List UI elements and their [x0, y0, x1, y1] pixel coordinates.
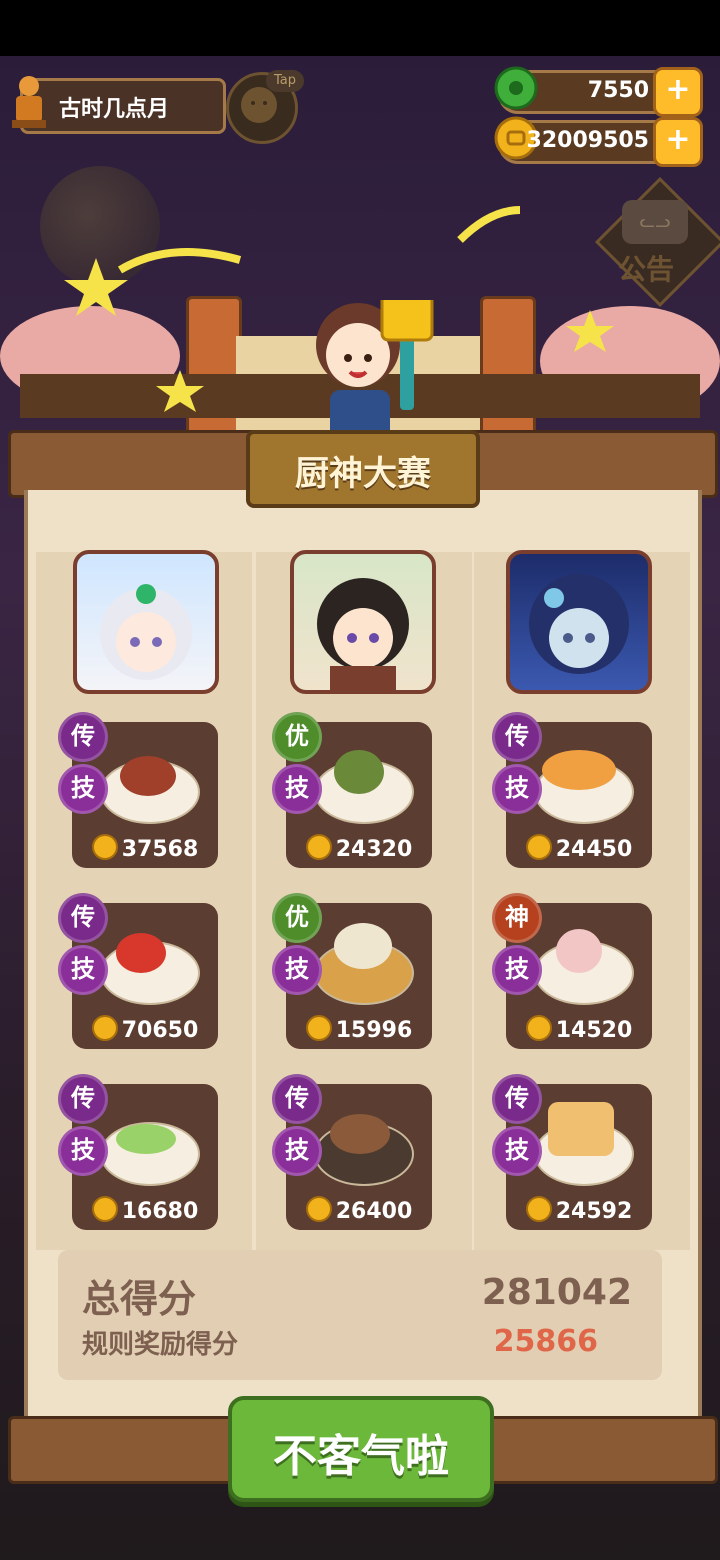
rarity-badge: 传 [492, 1074, 542, 1124]
chef-statue-icon [12, 76, 46, 128]
coin-icon [525, 1196, 552, 1222]
bonus-score-value: 25866 [493, 1324, 598, 1359]
coin-counter: 32009505 + [494, 116, 703, 167]
total-score-label: 总得分 [82, 1277, 197, 1321]
dish-score: 37568 [72, 834, 218, 862]
add-jade-button[interactable]: + [653, 67, 703, 117]
rarity-badge: 传 [58, 1074, 108, 1124]
chef-portrait-2[interactable] [290, 550, 436, 694]
chef-3-face [529, 574, 629, 674]
rarity-badge: 神 [492, 893, 542, 943]
add-coins-button[interactable]: + [653, 117, 703, 167]
jade-counter: 7550 + [494, 66, 703, 117]
dish-score: 16680 [72, 1196, 218, 1224]
dish-score: 24592 [506, 1196, 652, 1224]
contest-title: 厨神大赛 [295, 454, 431, 494]
tap-hint: Tap [266, 70, 304, 92]
sparkle-effects [64, 206, 614, 412]
contest-title-plate: 厨神大赛 [246, 430, 480, 508]
rarity-badge: 传 [58, 893, 108, 943]
confirm-button[interactable]: 不客气啦 [228, 1396, 494, 1502]
skill-badge: 技 [492, 1126, 542, 1176]
dish-food [116, 933, 166, 973]
skill-badge: 技 [272, 1126, 322, 1176]
coin-icon [525, 1015, 552, 1041]
skill-badge: 技 [272, 764, 322, 814]
confirm-button-label: 不客气啦 [273, 1431, 449, 1482]
coin-icon [305, 1015, 332, 1041]
dish-food [334, 750, 384, 794]
coin-icon [91, 1196, 118, 1222]
dish-food [556, 929, 602, 973]
dish-score: 24320 [286, 834, 432, 862]
skill-badge: 技 [492, 764, 542, 814]
jade-value: 7550 [587, 78, 649, 103]
coin-icon [525, 834, 552, 860]
rarity-badge: 传 [272, 1074, 322, 1124]
chef-portrait-3[interactable] [506, 550, 652, 694]
rarity-badge: 传 [58, 712, 108, 762]
dish-food [120, 756, 176, 796]
dish-score: 26400 [286, 1196, 432, 1224]
coin-icon [305, 834, 332, 860]
chef-2-face [317, 578, 409, 690]
skill-badge: 技 [272, 945, 322, 995]
jade-icon [494, 66, 538, 110]
skill-badge: 技 [58, 945, 108, 995]
total-score-value: 281042 [481, 1272, 632, 1313]
dish-score: 24450 [506, 834, 652, 862]
score-summary: 总得分 281042 规则奖励得分 25866 [58, 1250, 662, 1380]
skill-badge: 技 [58, 764, 108, 814]
dish-score: 15996 [286, 1015, 432, 1043]
coin-value: 32009505 [526, 128, 649, 153]
skill-badge: 技 [492, 945, 542, 995]
dish-score: 70650 [72, 1015, 218, 1043]
dish-food [334, 923, 392, 969]
dish-food [330, 1114, 390, 1154]
bonus-score-label: 规则奖励得分 [82, 1330, 239, 1360]
coin-icon [305, 1196, 332, 1222]
rarity-badge: 优 [272, 893, 322, 943]
coin-icon [91, 834, 118, 860]
coin-icon [91, 1015, 118, 1041]
dish-food [548, 1102, 614, 1156]
dish-score: 14520 [506, 1015, 652, 1043]
dish-food [542, 750, 616, 790]
dish-food [116, 1124, 176, 1154]
chef-portrait-1[interactable] [73, 550, 219, 694]
rarity-badge: 优 [272, 712, 322, 762]
rarity-badge: 传 [492, 712, 542, 762]
player-name: 古时几点月 [59, 97, 170, 122]
skill-badge: 技 [58, 1126, 108, 1176]
chef-1-face [100, 584, 192, 680]
